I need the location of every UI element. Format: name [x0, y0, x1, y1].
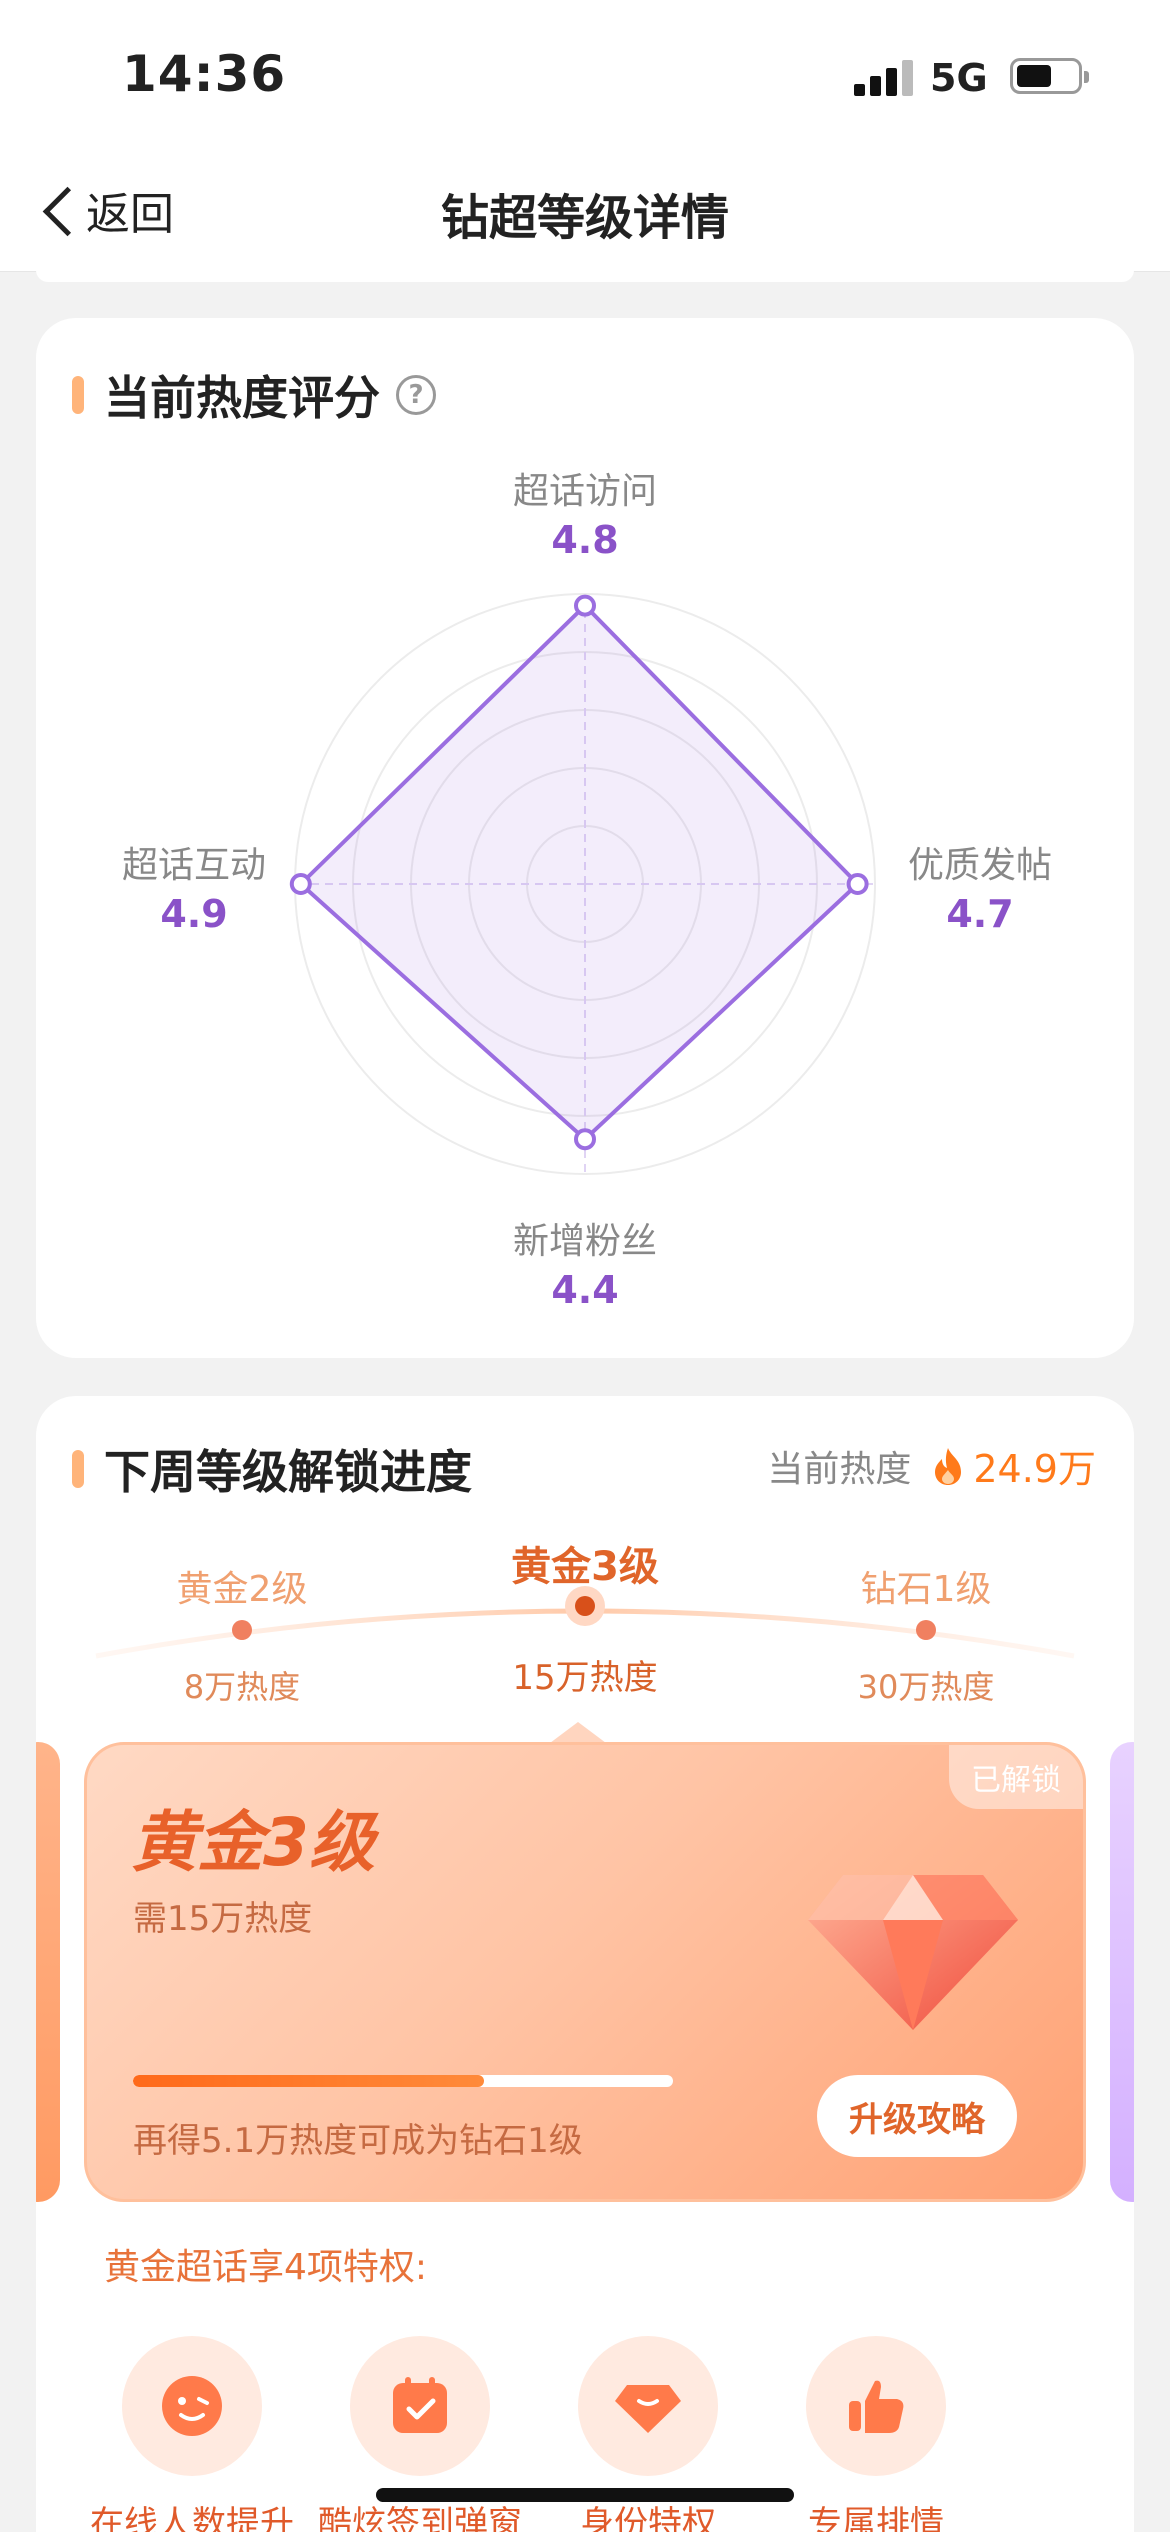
face-icon [122, 2336, 262, 2476]
status-bar: 14:36 5G [0, 0, 1170, 150]
prev-level-card-edge[interactable] [36, 1742, 60, 2202]
signal-icon [854, 60, 914, 96]
level-progress-card: 下周等级解锁进度 当前热度 24.9万 黄金2级 8万热度 黄金3级 15万热度… [36, 1396, 1134, 2532]
axis-value-posts: 4.7 [946, 892, 1014, 936]
nav-bar: 返回 钻超等级详情 [0, 150, 1170, 272]
privilege-item-checkin[interactable]: 酷炫签到弹窗 [300, 2336, 540, 2532]
fire-icon [935, 1447, 962, 1485]
level-dot [232, 1620, 252, 1640]
level-heat-gold3: 15万热度 [512, 1658, 658, 1698]
radar-point [574, 594, 596, 617]
axis-value-fans: 4.4 [551, 1268, 619, 1312]
radar-area [297, 602, 861, 1142]
level-heat-diamond1: 30万热度 [857, 1668, 995, 1706]
privilege-item-identity[interactable]: 身份特权 [528, 2336, 768, 2532]
level-dot-current [575, 1596, 595, 1616]
title-accent-bar [72, 1450, 84, 1488]
unlocked-badge: 已解锁 [949, 1745, 1083, 1809]
heat-score-card: 当前热度评分 ? 超话访问 4.8 优质发帖 4.7 新增粉丝 4.4 超话互动… [36, 318, 1134, 1358]
home-indicator[interactable] [376, 2488, 794, 2502]
current-heat: 当前热度 24.9万 [767, 1438, 1096, 1493]
level-card[interactable]: 已解锁 黄金3级 需15万热度 再得5.1万热度可成为钻石1级 升级攻略 [84, 1742, 1086, 2202]
gem-badge-icon [578, 2336, 718, 2476]
network-type: 5G [930, 56, 988, 100]
axis-label-fans: 新增粉丝 [512, 1221, 657, 1262]
thumbs-up-icon [806, 2336, 946, 2476]
axis-label-interaction: 超话互动 [121, 845, 266, 886]
privilege-item-exclusive[interactable]: 专属排情 [756, 2336, 996, 2532]
privilege-label: 专属排情 [808, 2504, 944, 2532]
battery-icon [1010, 58, 1089, 94]
current-heat-label: 当前热度 [767, 1448, 912, 1490]
radar-point [574, 1128, 596, 1151]
level-name-gold2[interactable]: 黄金2级 [112, 1560, 372, 1612]
page-title: 钻超等级详情 [440, 190, 729, 246]
axis-label-visits: 超话访问 [512, 471, 657, 512]
level-card-tip: 再得5.1万热度可成为钻石1级 [133, 2121, 583, 2161]
axis-label-posts: 优质发帖 [907, 845, 1052, 886]
level-name-diamond1[interactable]: 钻石1级 [796, 1560, 1056, 1612]
diamond-gem-icon [808, 1875, 1018, 2030]
next-level-card-edge[interactable] [1110, 1742, 1134, 2202]
calendar-check-icon [350, 2336, 490, 2476]
level-dot [916, 1620, 936, 1640]
current-heat-value: 24.9万 [973, 1447, 1096, 1491]
upgrade-guide-button[interactable]: 升级攻略 [817, 2075, 1017, 2157]
previous-card-edge [36, 270, 1134, 282]
level-name-gold3[interactable]: 黄金3级 [455, 1534, 715, 1592]
section-title-text: 下周等级解锁进度 [104, 1445, 472, 1499]
level-card-title: 黄金3级 [131, 1804, 375, 1881]
section-title-progress: 下周等级解锁进度 [72, 1436, 472, 1502]
privileges-title: 黄金超话享4项特权: [104, 2247, 428, 2288]
level-heat-gold2: 8万热度 [183, 1668, 301, 1706]
privilege-label: 在线人数提升 [90, 2504, 294, 2532]
privilege-item-online[interactable]: 在线人数提升 [72, 2336, 312, 2532]
axis-value-visits: 4.8 [551, 518, 619, 562]
status-time: 14:36 [122, 45, 287, 103]
level-card-requirement: 需15万热度 [133, 1899, 313, 1939]
level-progress-bar [133, 2075, 673, 2087]
axis-value-interaction: 4.9 [160, 892, 228, 936]
